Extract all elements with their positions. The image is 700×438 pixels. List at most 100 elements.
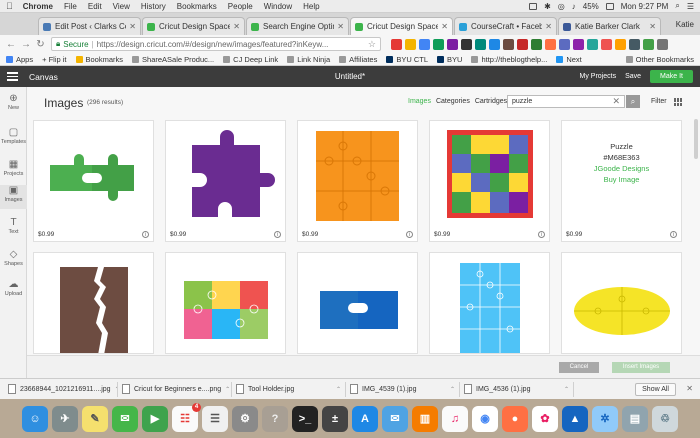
bookmark-link-ninja[interactable]: Link Ninja — [287, 55, 330, 64]
extension-icon[interactable] — [587, 38, 598, 50]
image-card-details[interactable]: Puzzle #M68E363 JGoode Designs Buy Image… — [561, 120, 682, 242]
info-icon[interactable]: i — [670, 231, 677, 238]
rail-new[interactable]: ⊕ New — [0, 93, 27, 111]
screen-icon[interactable] — [529, 2, 538, 10]
info-icon[interactable]: i — [406, 231, 413, 238]
forward-icon[interactable]: → — [21, 39, 31, 50]
safari-icon[interactable]: ✲ — [592, 405, 618, 432]
calendar-icon[interactable]: ☷ 4 — [172, 402, 201, 432]
bookmark-bookmarks[interactable]: Bookmarks — [75, 55, 123, 64]
close-downloads-icon[interactable]: ✕ — [686, 384, 693, 393]
filter-cartridges[interactable]: Cartridges — [475, 98, 507, 105]
clear-search-icon[interactable]: ✕ — [612, 96, 620, 107]
scrollbar[interactable] — [694, 119, 698, 159]
folder-icon[interactable]: ▤ — [622, 405, 648, 432]
bookmark-next[interactable]: Next — [556, 55, 582, 64]
image-card[interactable] — [165, 252, 286, 354]
menu-bookmarks[interactable]: Bookmarks — [177, 2, 217, 11]
show-all-downloads-button[interactable]: Show All — [635, 382, 676, 396]
reminders-icon[interactable]: ☰ — [202, 405, 228, 432]
extension-icon[interactable] — [545, 38, 556, 50]
buy-image-link[interactable]: Buy Image — [562, 174, 681, 185]
apple-icon[interactable]:  — [6, 1, 13, 11]
tab-edit-post[interactable]: Edit Post ‹ Clarks Co ✕ — [38, 17, 141, 35]
menu-history[interactable]: History — [141, 2, 166, 11]
mail-icon[interactable]: ✉ — [382, 405, 408, 432]
bluetooth-icon[interactable]: ✱ — [544, 2, 551, 11]
photos-icon[interactable]: ✿ — [532, 405, 558, 432]
back-icon[interactable]: ← — [6, 39, 16, 50]
preferences-icon[interactable]: ⚙ — [232, 405, 258, 432]
info-icon[interactable]: i — [538, 231, 545, 238]
rail-upload[interactable]: ☁ Upload — [0, 279, 27, 297]
chevron-up-icon[interactable]: ⌃ — [225, 386, 230, 393]
profile-button[interactable]: Katie — [676, 20, 700, 29]
bookmark-star-icon[interactable]: ☆ — [368, 39, 376, 50]
tab-coursecraft[interactable]: CourseCraft • Facebo ✕ — [454, 17, 557, 35]
extension-icon[interactable] — [475, 38, 486, 50]
image-card[interactable]: $0.99 i — [33, 120, 154, 242]
image-card[interactable]: $0.99 i — [297, 120, 418, 242]
grid-view-icon[interactable] — [674, 98, 683, 106]
bookmark-byu[interactable]: BYU — [437, 55, 462, 64]
info-icon[interactable]: i — [274, 231, 281, 238]
hamburger-menu-icon[interactable] — [7, 72, 18, 81]
bookmark-affiliates[interactable]: Affiliates — [339, 55, 377, 64]
image-card[interactable]: $0.99 i — [429, 120, 550, 242]
extension-icon[interactable] — [405, 38, 416, 50]
volume-icon[interactable]: ♪ — [572, 2, 576, 11]
download-item[interactable]: Cricut for Beginners e....png ⌃ — [118, 381, 232, 397]
books-icon[interactable]: ▥ — [412, 405, 438, 432]
rail-shapes[interactable]: ◇ Shapes — [0, 249, 27, 267]
bookmark-flip-it[interactable]: + Flip it — [42, 55, 66, 64]
image-card[interactable] — [561, 252, 682, 354]
music-icon[interactable]: ♫ — [442, 405, 468, 432]
bookmark-blog-help[interactable]: http://theblogthelp... — [471, 55, 547, 64]
messages-icon[interactable]: ✉ — [112, 405, 138, 432]
close-tab-icon[interactable]: ✕ — [233, 22, 240, 31]
calculator-icon[interactable]: ± — [322, 405, 348, 432]
filter-button[interactable]: Filter — [651, 98, 667, 105]
menu-view[interactable]: View — [113, 2, 130, 11]
extension-icon[interactable] — [391, 38, 402, 50]
extension-icon[interactable] — [461, 38, 472, 50]
menu-chrome[interactable]: Chrome — [23, 2, 53, 11]
search-icon[interactable]: ⌕ — [626, 95, 640, 108]
download-item[interactable]: IMG_4536 (1).jpg ⌃ — [460, 381, 574, 397]
battery-icon[interactable] — [605, 2, 614, 10]
tab-cricut-1[interactable]: Cricut Design Space ✕ — [142, 17, 245, 35]
close-tab-icon[interactable]: ✕ — [337, 22, 344, 31]
extension-icon[interactable] — [559, 38, 570, 50]
bookmark-apps[interactable]: Apps — [6, 55, 33, 64]
other-bookmarks[interactable]: Other Bookmarks — [625, 55, 694, 64]
notification-center-icon[interactable]: ☰ — [687, 2, 694, 11]
extension-icon[interactable] — [601, 38, 612, 50]
download-item[interactable]: IMG_4539 (1).jpg ⌃ — [346, 381, 460, 397]
my-projects-link[interactable]: My Projects — [580, 73, 617, 80]
download-item[interactable]: 23668944_1021216911....jpg⌃ — [4, 381, 118, 397]
filter-images[interactable]: Images — [408, 98, 431, 105]
filter-categories[interactable]: Categories — [436, 98, 470, 105]
keynote-icon[interactable]: ▲ — [562, 405, 588, 432]
facetime-icon[interactable]: ▶ — [142, 405, 168, 432]
image-card[interactable] — [297, 252, 418, 354]
bookmark-shareasale[interactable]: ShareASale Produc... — [132, 55, 214, 64]
menu-file[interactable]: File — [64, 2, 77, 11]
reload-icon[interactable]: ↻ — [36, 39, 45, 50]
extension-icon[interactable] — [433, 38, 444, 50]
insert-images-button[interactable]: Insert Images — [612, 362, 670, 373]
close-tab-icon[interactable]: ✕ — [441, 22, 448, 31]
close-tab-icon[interactable]: ✕ — [545, 22, 552, 31]
spotlight-icon[interactable]: ⌕ — [675, 1, 679, 11]
extension-icon[interactable] — [517, 38, 528, 50]
extension-icon[interactable] — [447, 38, 458, 50]
trash-icon[interactable]: ♲ — [652, 405, 678, 432]
appstore-icon[interactable]: A — [352, 405, 378, 432]
close-tab-icon[interactable]: ✕ — [649, 22, 656, 31]
image-card[interactable] — [429, 252, 550, 354]
image-card[interactable]: $0.99 i — [165, 120, 286, 242]
extension-icon[interactable] — [531, 38, 542, 50]
rail-templates[interactable]: ▢ Templates — [0, 127, 27, 145]
help-icon[interactable]: ? — [262, 405, 288, 432]
chrome-icon[interactable]: ◉ — [472, 405, 498, 432]
